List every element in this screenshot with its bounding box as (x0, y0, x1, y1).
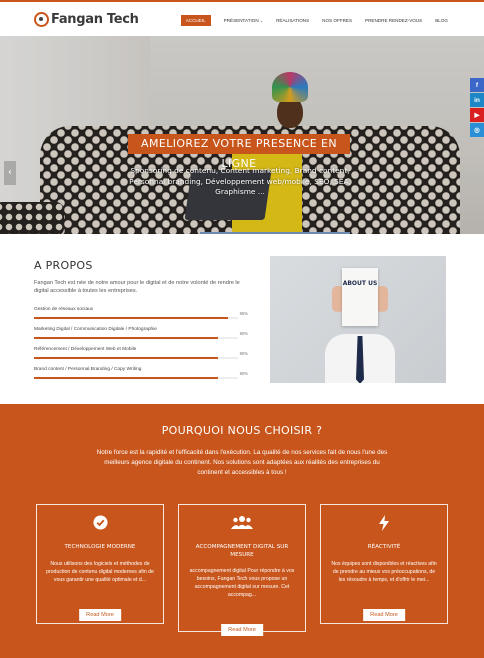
about-title: A PROPOS (34, 259, 93, 272)
skill-percent: 95% (239, 311, 248, 316)
skill-percent: 90% (239, 351, 248, 356)
skill-track (34, 377, 238, 379)
why-text: Notre force est la rapidité et l'efficac… (96, 449, 388, 476)
social-sidebar: f in ▶ ◎ (470, 78, 484, 138)
skill-label: Marketing Digital / Communication Digita… (34, 327, 157, 332)
why-section: POURQUOI NOUS CHOISIR ? Notre force est … (0, 404, 484, 658)
card-text: Nos équipes sont disponibles et réactive… (331, 561, 437, 583)
logo-icon (34, 11, 49, 27)
nav-item-presentation-label: PRÉSENTATION (223, 18, 259, 23)
skill-label: Référencement / Développement Web et Mob… (34, 347, 137, 352)
skill-fill (34, 337, 218, 339)
card-text: accompagnement digital Pour répondre à v… (189, 568, 295, 598)
card-title: RÉACTIVITÉ (367, 544, 401, 550)
site-header: Fangan Tech ACCUEIL PRÉSENTATION⌄ RÉALIS… (0, 0, 484, 36)
hero-subtitle: Sponsoring de contenu, Content marketing… (129, 166, 351, 197)
why-title: POURQUOI NOUS CHOISIR ? (161, 424, 323, 437)
slider-prev-arrow-icon[interactable]: ‹ (4, 161, 16, 185)
skill-fill (34, 317, 228, 319)
card-title: ACCOMPAGNEMENT DIGITAL SUR MESURE (195, 544, 289, 558)
read-more-button[interactable]: Read More (79, 609, 121, 621)
skill-percent: 90% (239, 371, 248, 376)
main-nav: ACCUEIL PRÉSENTATION⌄ RÉALISATIONS NOS O… (180, 15, 448, 26)
nav-item-presentation[interactable]: PRÉSENTATION⌄ (224, 18, 263, 23)
skill-percent: 90% (239, 331, 248, 336)
linkedin-icon[interactable]: in (470, 93, 484, 107)
hero-title: AMELIOREZ VOTRE PRESENCE EN LIGNE (128, 134, 350, 170)
facebook-icon[interactable]: f (470, 78, 484, 92)
photo-paper-text: ABOUT US (342, 280, 378, 287)
about-text: Fangan Tech est née de notre amour pour … (34, 280, 240, 295)
chevron-down-icon: ⌄ (259, 18, 264, 23)
feature-card: TECHNOLOGIE MODERNE Nous utilisons des l… (36, 504, 164, 624)
card-text: Nous utilisons des logiciels et méthodes… (46, 561, 154, 583)
skill-label: Brand content / Personnal Branding / Cop… (34, 367, 142, 372)
read-more-button[interactable]: Read More (221, 624, 263, 636)
brand-name: Fangan Tech (51, 11, 139, 27)
nav-item-offres[interactable]: NOS OFFRES (322, 18, 352, 23)
bolt-icon (321, 515, 447, 531)
skill-bar: Référencement / Développement Web et Mob… (34, 347, 248, 359)
nav-item-rendez-vous[interactable]: PRENDRE RENDEZ-VOUS (365, 18, 422, 23)
skill-bar: Marketing Digital / Communication Digita… (34, 327, 248, 339)
feature-card: RÉACTIVITÉ Nos équipes sont disponibles … (320, 504, 448, 624)
hero-slider: AMELIOREZ VOTRE PRESENCE EN LIGNE Sponso… (0, 36, 484, 234)
skill-bar: Brand content / Personnal Branding / Cop… (34, 367, 248, 379)
brand-logo[interactable]: Fangan Tech (34, 10, 139, 28)
read-more-button[interactable]: Read More (363, 609, 405, 621)
card-title: TECHNOLOGIE MODERNE (64, 544, 136, 550)
skill-track (34, 337, 238, 339)
about-photo: ABOUT US (270, 256, 446, 383)
nav-item-accueil[interactable]: ACCUEIL (180, 15, 211, 26)
photo-paper (342, 268, 378, 326)
skill-track (34, 317, 238, 319)
feature-card: ACCOMPAGNEMENT DIGITAL SUR MESURE accomp… (178, 504, 306, 636)
skill-bar: Gestion de réseaux sociaux 95% (34, 307, 248, 319)
instagram-icon[interactable]: ◎ (470, 123, 484, 137)
skill-label: Gestion de réseaux sociaux (34, 307, 94, 312)
nav-item-blog[interactable]: BLOG (435, 18, 448, 23)
skill-track (34, 357, 238, 359)
nav-item-realisations[interactable]: RÉALISATIONS (276, 18, 309, 23)
users-icon (179, 515, 305, 531)
skill-fill (34, 377, 218, 379)
skill-fill (34, 357, 218, 359)
check-circle-icon (37, 515, 163, 531)
youtube-icon[interactable]: ▶ (470, 108, 484, 122)
